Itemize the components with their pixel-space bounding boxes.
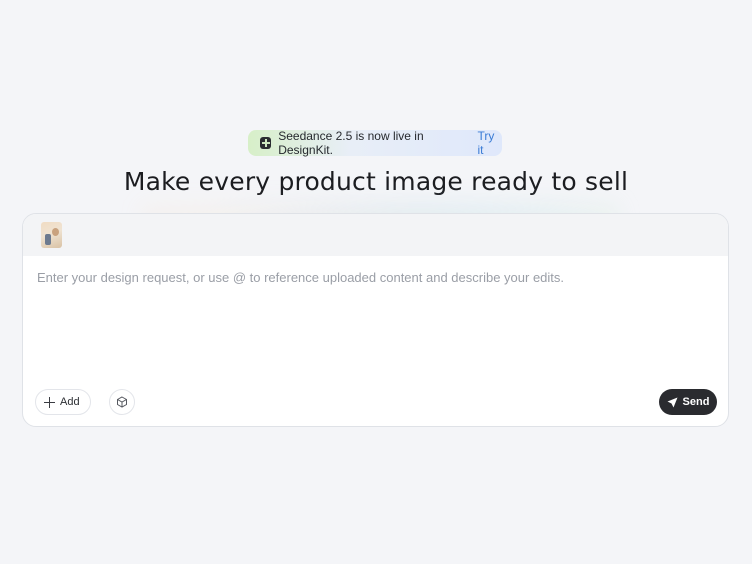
attachments-bar (23, 214, 728, 256)
page: Seedance 2.5 is now live in DesignKit. T… (0, 0, 752, 564)
announcement-text: Seedance 2.5 is now live in DesignKit. (278, 129, 424, 157)
cube-icon (117, 396, 127, 408)
paper-plane-icon (667, 397, 678, 407)
prompt-input[interactable] (37, 270, 717, 285)
prompt-box: Add Send (22, 213, 729, 427)
try-it-link[interactable]: Try it (477, 129, 502, 157)
add-button[interactable]: Add (35, 389, 91, 415)
send-button-label: Send (682, 396, 710, 408)
add-button-label: Add (60, 396, 80, 408)
page-title: Make every product image ready to sell (123, 167, 629, 196)
cube-button[interactable] (109, 389, 135, 415)
uploaded-image-thumbnail[interactable] (41, 222, 62, 248)
announcement-banner[interactable]: Seedance 2.5 is now live in DesignKit. T… (248, 129, 502, 157)
send-button[interactable]: Send (659, 389, 717, 415)
plus-icon (44, 396, 55, 408)
designkit-logo-icon (260, 137, 272, 149)
